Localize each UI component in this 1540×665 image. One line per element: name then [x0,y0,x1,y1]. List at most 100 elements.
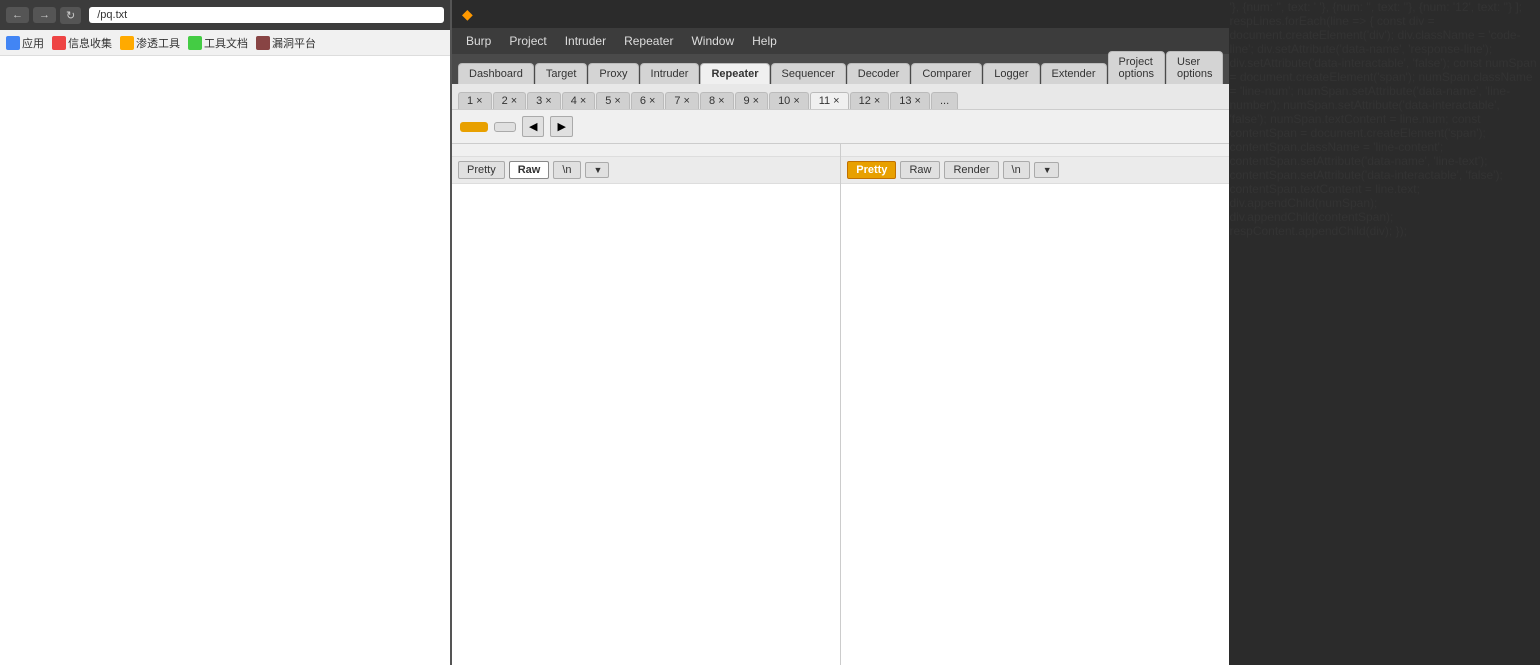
tab-dashboard[interactable]: Dashboard [458,63,534,84]
back-button[interactable]: ← [6,7,29,23]
request-pane: Pretty Raw \n ▼ [452,144,841,665]
tab-repeater-label: Repeater [711,68,758,80]
tab-repeater[interactable]: Repeater [700,63,769,84]
request-raw-btn[interactable]: Raw [509,161,550,179]
bookmark-icon-apps [6,36,20,50]
close-tab-11[interactable]: × [833,95,839,107]
tab-target[interactable]: Target [535,63,588,84]
tab-project-options[interactable]: Project options [1108,51,1165,84]
response-actions-dropdown[interactable]: ▼ [1034,162,1059,178]
rep-tab-9[interactable]: 9× [735,92,769,109]
burp-titlebar: ◆ [452,0,1229,28]
menu-help[interactable]: Help [744,32,785,50]
close-tab-5[interactable]: × [614,95,620,107]
tab-decoder[interactable]: Decoder [847,63,911,84]
bookmark-tools[interactable]: 渗透工具 [120,35,180,51]
close-tab-1[interactable]: × [476,95,482,107]
menu-intruder[interactable]: Intruder [557,32,614,50]
bookmark-icon-info [52,36,66,50]
tab-comparer-label: Comparer [922,68,971,80]
forward-button[interactable]: → [33,7,56,23]
menu-repeater[interactable]: Repeater [616,32,681,50]
close-tab-6[interactable]: × [649,95,655,107]
bookmark-label: 渗透工具 [136,35,180,51]
rep-tab-5[interactable]: 5× [596,92,630,109]
tab-dashboard-label: Dashboard [469,68,523,80]
tab-project-options-label: Project options [1119,56,1154,80]
burp-icon: ◆ [462,6,473,23]
rep-tab-7[interactable]: 7× [665,92,699,109]
rep-tab-6[interactable]: 6× [631,92,665,109]
menu-project[interactable]: Project [501,32,554,50]
response-pretty-btn[interactable]: Pretty [847,161,896,179]
close-tab-10[interactable]: × [793,95,799,107]
bookmarks-bar: 应用 信息收集 渗透工具 工具文档 漏洞平台 [0,30,450,56]
repeater-tab-bar: 1× 2× 3× 4× 5× 6× 7× 8× 9× 10× 11× 12× 1… [452,84,1229,110]
bookmark-apps[interactable]: 应用 [6,35,44,51]
burp-tabs: Dashboard Target Proxy Intruder Repeater… [452,54,1229,84]
bookmark-icon-tools [120,36,134,50]
browser-address-bar: ← → ↻ [0,0,450,30]
menu-window[interactable]: Window [683,32,742,50]
rep-tab-11[interactable]: 11× [810,92,849,109]
tab-logger-label: Logger [994,68,1028,80]
request-newline-btn[interactable]: \n [553,161,580,179]
bookmark-icon-docs [188,36,202,50]
prev-request-button[interactable]: ◀ [522,116,544,137]
tab-intruder[interactable]: Intruder [640,63,700,84]
close-tab-9[interactable]: × [753,95,759,107]
rep-tab-3[interactable]: 3× [527,92,561,109]
tab-sequencer-label: Sequencer [782,68,835,80]
tab-sequencer[interactable]: Sequencer [771,63,846,84]
response-newline-btn[interactable]: \n [1003,161,1030,179]
close-tab-8[interactable]: × [718,95,724,107]
close-tab-4[interactable]: × [580,95,586,107]
bookmark-docs[interactable]: 工具文档 [188,35,248,51]
response-render-btn[interactable]: Render [944,161,998,179]
rep-tab-4[interactable]: 4× [562,92,596,109]
response-actions-arrow: ▼ [1043,165,1052,175]
bookmark-icon-vuln [256,36,270,50]
tab-logger[interactable]: Logger [983,63,1039,84]
tab-comparer[interactable]: Comparer [911,63,982,84]
rep-tab-12[interactable]: 12× [850,92,890,109]
send-button[interactable] [460,122,488,132]
next-request-button[interactable]: ▶ [550,116,572,137]
bookmark-info[interactable]: 信息收集 [52,35,112,51]
refresh-button[interactable]: ↻ [60,7,81,24]
close-tab-13[interactable]: × [915,95,921,107]
rep-tab-1[interactable]: 1× [458,92,492,109]
rep-tab-10[interactable]: 10× [769,92,809,109]
response-pane: Pretty Raw Render \n ▼ [841,144,1229,665]
address-input[interactable] [89,7,444,23]
tab-target-label: Target [546,68,577,80]
response-raw-btn[interactable]: Raw [900,161,940,179]
rep-tab-8[interactable]: 8× [700,92,734,109]
close-tab-2[interactable]: × [511,95,517,107]
bookmark-vuln[interactable]: 漏洞平台 [256,35,316,51]
menu-burp[interactable]: Burp [458,32,499,50]
request-response-panels: Pretty Raw \n ▼ Pretty Raw Render \n ▼ [452,144,1229,665]
close-tab-7[interactable]: × [684,95,690,107]
cancel-button[interactable] [494,122,516,132]
rep-tab-2[interactable]: 2× [493,92,527,109]
bookmark-label: 漏洞平台 [272,35,316,51]
close-tab-12[interactable]: × [874,95,880,107]
bookmark-label: 工具文档 [204,35,248,51]
response-content[interactable] [841,184,1229,665]
response-header [841,144,1229,157]
rep-tab-13[interactable]: 13× [890,92,930,109]
response-toolbar: Pretty Raw Render \n ▼ [841,157,1229,184]
rep-tab-more[interactable]: ... [931,92,958,109]
browser-panel: ← → ↻ 应用 信息收集 渗透工具 工具文档 漏洞平台 [0,0,450,665]
tab-user-options[interactable]: User options [1166,51,1223,84]
request-content[interactable] [452,184,840,665]
request-actions-dropdown[interactable]: ▼ [585,162,610,178]
close-tab-3[interactable]: × [545,95,551,107]
browser-content [0,56,450,665]
repeater-toolbar: ◀ ▶ [452,110,1229,144]
request-pretty-btn[interactable]: Pretty [458,161,505,179]
tab-extender[interactable]: Extender [1041,63,1107,84]
tab-proxy[interactable]: Proxy [588,63,638,84]
burp-suite-panel: ◆ Burp Project Intruder Repeater Window … [450,0,1229,665]
